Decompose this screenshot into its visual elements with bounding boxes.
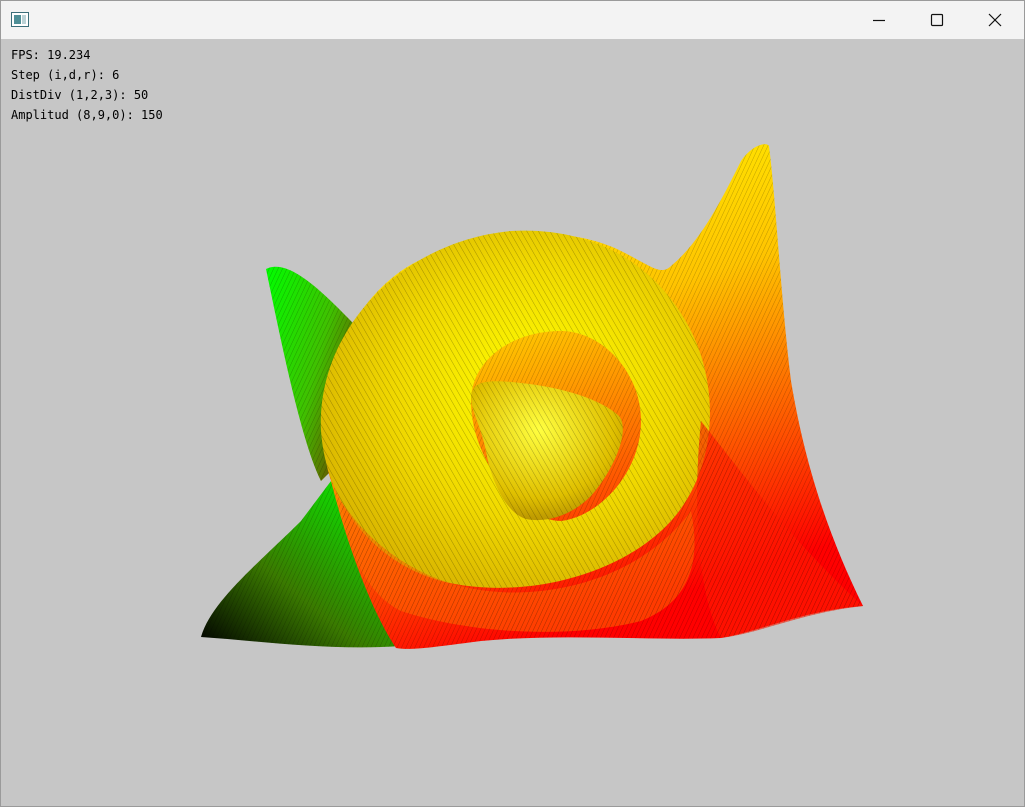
step-readout: Step (i,d,r): 6 — [11, 68, 120, 82]
minimize-icon — [873, 19, 885, 22]
render-viewport[interactable]: FPS: 19.234 Step (i,d,r): 6 DistDiv (1,2… — [1, 39, 1024, 806]
hud-overlay: FPS: 19.234 Step (i,d,r): 6 DistDiv (1,2… — [11, 45, 163, 125]
fps-readout: FPS: 19.234 — [11, 48, 91, 62]
close-button[interactable] — [966, 1, 1024, 39]
distdiv-readout: DistDiv (1,2,3): 50 — [11, 88, 149, 102]
minimize-button[interactable] — [850, 1, 908, 39]
window-app-icon — [11, 12, 29, 27]
title-bar[interactable] — [1, 1, 1024, 39]
maximize-button[interactable] — [908, 1, 966, 39]
app-window: FPS: 19.234 Step (i,d,r): 6 DistDiv (1,2… — [0, 0, 1025, 807]
wave-surface — [201, 144, 863, 649]
amplitud-readout: Amplitud (8,9,0): 150 — [11, 108, 163, 122]
maximize-icon — [930, 13, 944, 27]
close-icon — [988, 13, 1002, 27]
